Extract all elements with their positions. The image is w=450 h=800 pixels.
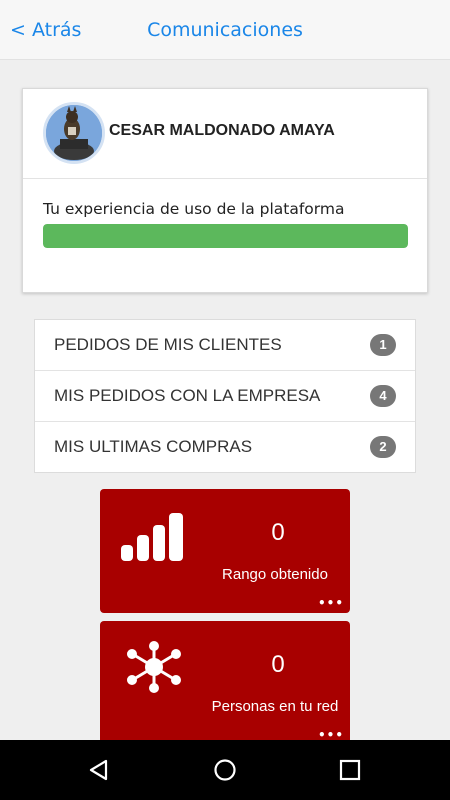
orders-list: PEDIDOS DE MIS CLIENTES 1 MIS PEDIDOS CO… bbox=[34, 319, 416, 473]
rank-tile[interactable]: 0 Rango obtenido ••• bbox=[100, 489, 350, 613]
count-badge: 1 bbox=[370, 334, 396, 356]
signal-bars-icon bbox=[121, 513, 183, 561]
home-circle-icon[interactable] bbox=[212, 757, 238, 783]
avatar-image bbox=[46, 105, 102, 161]
experience-label: Tu experiencia de uso de la plataforma bbox=[43, 200, 345, 218]
experience-progress-bar bbox=[43, 224, 408, 248]
profile-header: CESAR MALDONADO AMAYA bbox=[23, 89, 427, 179]
order-label: PEDIDOS DE MIS CLIENTES bbox=[54, 335, 282, 354]
network-label: Personas en tu red bbox=[211, 698, 339, 715]
order-row-clients[interactable]: PEDIDOS DE MIS CLIENTES 1 bbox=[35, 320, 415, 371]
count-badge: 2 bbox=[370, 436, 396, 458]
back-triangle-icon[interactable] bbox=[86, 757, 112, 783]
profile-card: CESAR MALDONADO AMAYA Tu experiencia de … bbox=[22, 88, 428, 293]
order-row-company[interactable]: MIS PEDIDOS CON LA EMPRESA 4 bbox=[35, 371, 415, 422]
page-title: Comunicaciones bbox=[147, 19, 303, 41]
network-tile[interactable]: 0 Personas en tu red ••• bbox=[100, 621, 350, 745]
order-row-purchases[interactable]: MIS ULTIMAS COMPRAS 2 bbox=[35, 422, 415, 473]
recents-square-icon[interactable] bbox=[337, 757, 363, 783]
network-icon bbox=[127, 641, 181, 693]
more-icon[interactable]: ••• bbox=[318, 597, 344, 609]
more-icon[interactable]: ••• bbox=[318, 729, 344, 741]
rank-value: 0 bbox=[271, 519, 285, 546]
order-label: MIS PEDIDOS CON LA EMPRESA bbox=[54, 386, 321, 405]
top-bar: < Atrás Comunicaciones bbox=[0, 0, 450, 60]
network-value: 0 bbox=[271, 651, 285, 678]
order-label: MIS ULTIMAS COMPRAS bbox=[54, 437, 253, 456]
user-name: CESAR MALDONADO AMAYA bbox=[109, 122, 335, 139]
count-badge: 4 bbox=[370, 385, 396, 407]
rank-label: Rango obtenido bbox=[222, 566, 328, 583]
avatar[interactable] bbox=[43, 102, 105, 164]
system-nav-bar bbox=[0, 740, 450, 800]
experience-progress-fill bbox=[43, 224, 408, 248]
